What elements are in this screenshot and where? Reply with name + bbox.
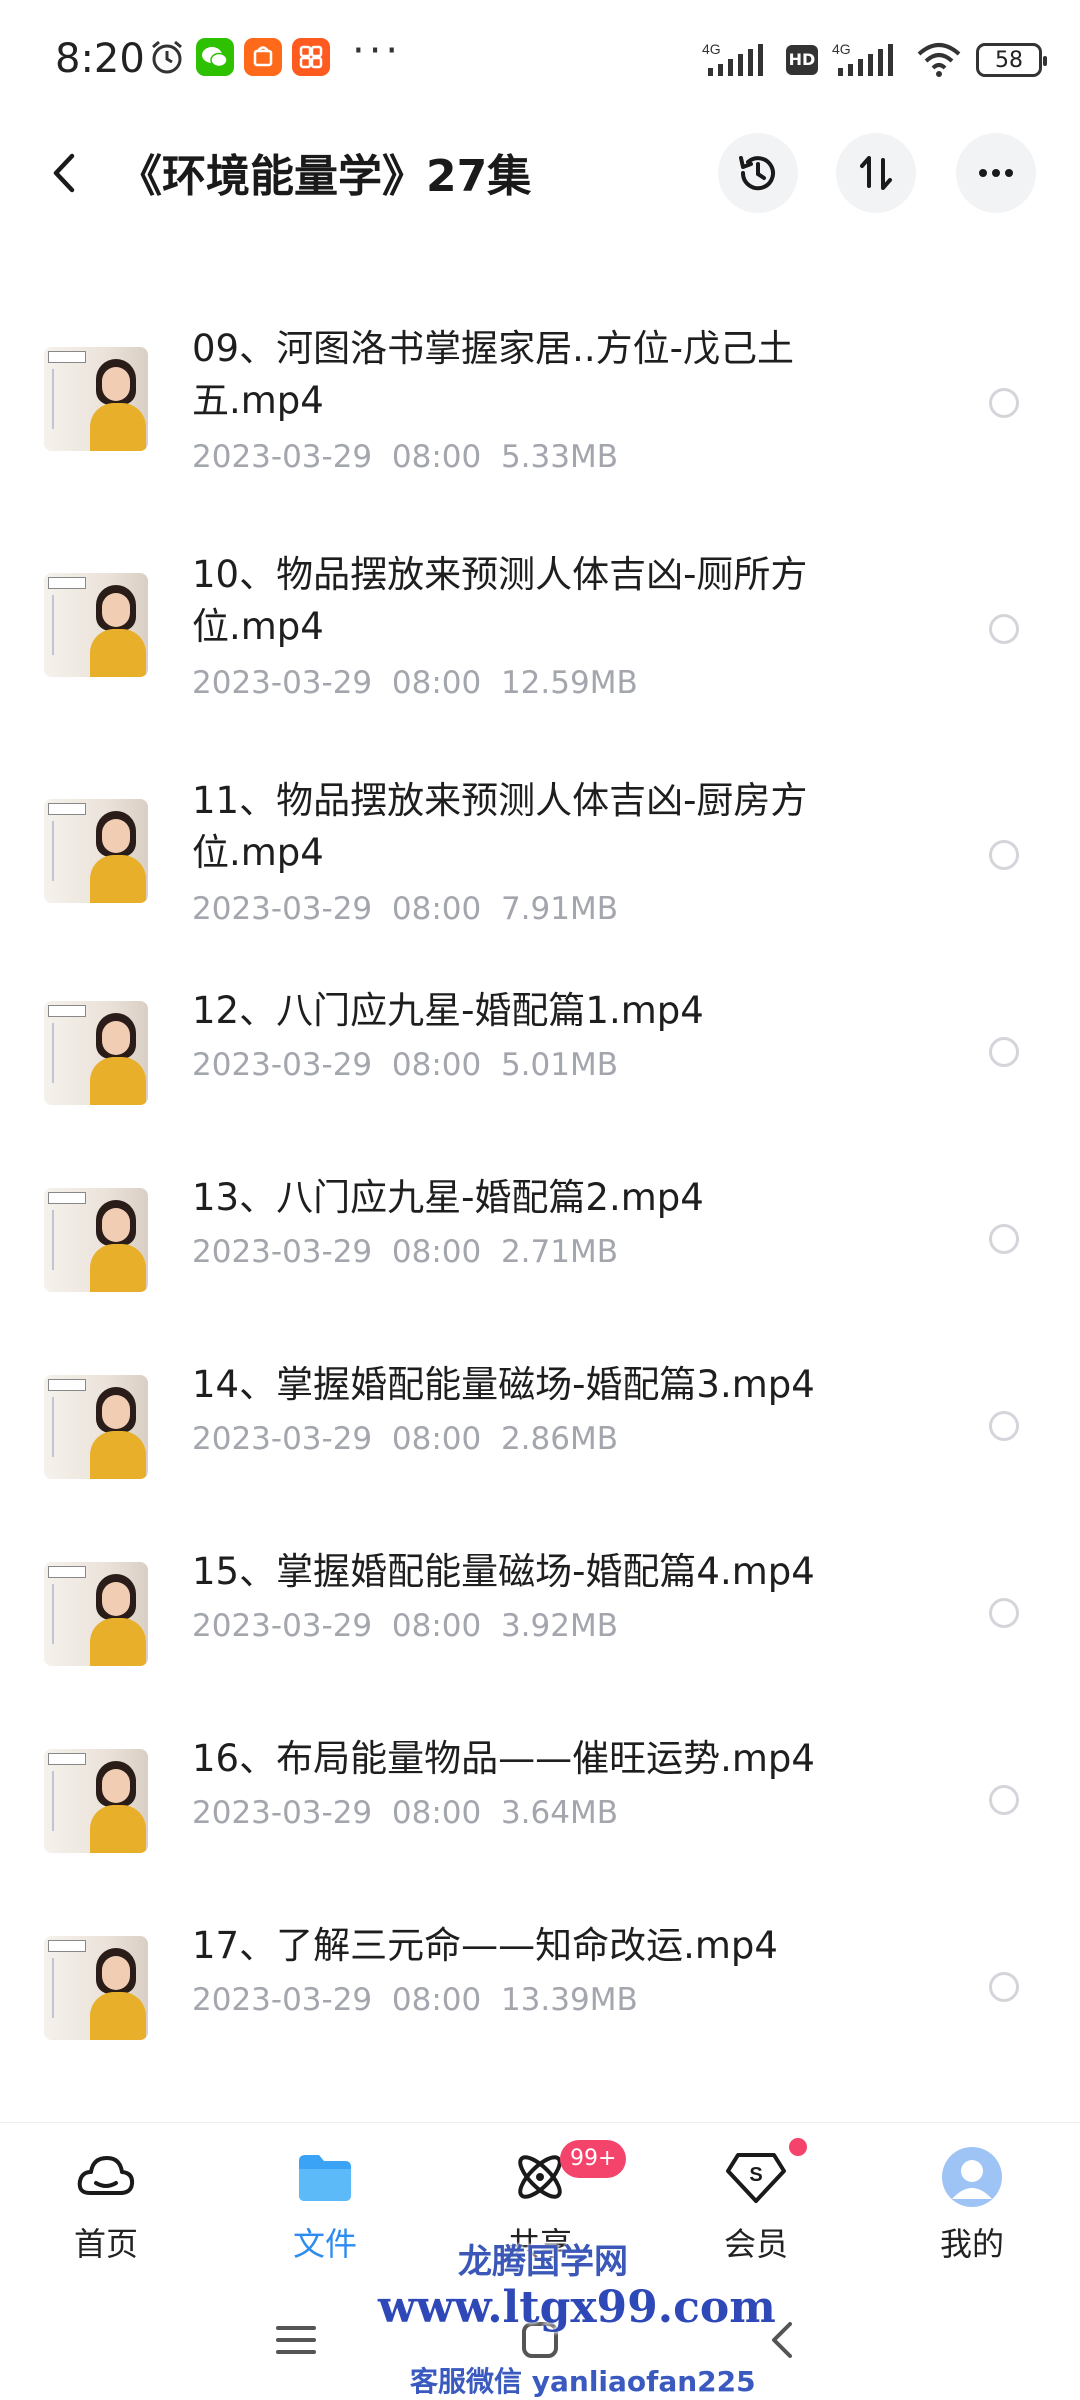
vip-red-dot <box>789 2138 807 2156</box>
file-meta: 2023-03-29 08:00 12.59MB <box>192 665 638 701</box>
video-app-icon <box>292 38 330 76</box>
history-icon <box>739 156 775 191</box>
file-meta: 2023-03-29 08:00 7.91MB <box>192 891 618 927</box>
home-cloud-icon <box>77 2156 135 2195</box>
select-radio[interactable] <box>989 614 1019 644</box>
share-badge: 99+ <box>560 2140 627 2178</box>
video-thumbnail <box>44 1001 148 1105</box>
file-meta: 2023-03-29 08:00 13.39MB <box>192 1982 638 2018</box>
wechat-icon <box>196 38 234 76</box>
svg-text:4G: 4G <box>832 41 851 57</box>
video-thumbnail <box>44 573 148 677</box>
alarm-icon <box>152 40 182 74</box>
signal-icon-2: 4G <box>832 41 893 76</box>
file-meta: 2023-03-29 08:00 2.86MB <box>192 1421 618 1457</box>
select-radio[interactable] <box>989 1598 1019 1628</box>
file-name: 12、八门应九星-婚配篇1.mp4 <box>192 989 704 1032</box>
video-thumbnail <box>44 1562 148 1666</box>
header: 《环境能量学》27集 <box>0 120 1080 230</box>
file-name: 17、了解三元命——知命改运.mp4 <box>192 1924 778 1967</box>
battery-icon: 58 <box>976 43 1047 77</box>
more-notifications-icon: ··· <box>352 28 403 74</box>
video-thumbnail <box>44 799 148 903</box>
file-name: 13、八门应九星-婚配篇2.mp4 <box>192 1176 704 1219</box>
select-radio[interactable] <box>989 1224 1019 1254</box>
video-thumbnail <box>44 1936 148 2040</box>
more-icon <box>979 169 1013 177</box>
nav-home[interactable]: 首页 <box>36 2145 176 2265</box>
status-bar: 8:20 ··· 4G HD 4G 58 <box>0 0 1080 120</box>
video-thumbnail <box>44 1188 148 1292</box>
hd-icon: HD <box>786 45 818 75</box>
select-radio[interactable] <box>989 1785 1019 1815</box>
nav-vip-label: 会员 <box>723 2225 788 2263</box>
watermark-url: www.ltgx99.com <box>378 2282 776 2333</box>
select-radio[interactable] <box>989 1037 1019 1067</box>
vip-diamond-icon: S <box>726 2153 786 2203</box>
select-radio[interactable] <box>989 1411 1019 1441</box>
status-time: 8:20 <box>55 36 145 82</box>
file-name: 14、掌握婚配能量磁场-婚配篇3.mp4 <box>192 1363 815 1406</box>
video-thumbnail <box>44 1749 148 1853</box>
file-meta: 2023-03-29 08:00 3.64MB <box>192 1795 618 1831</box>
history-button[interactable] <box>718 133 798 213</box>
file-meta: 2023-03-29 08:00 5.01MB <box>192 1047 618 1083</box>
page-title: 《环境能量学》27集 <box>118 151 532 202</box>
back-button[interactable] <box>40 148 90 198</box>
nav-profile[interactable]: 我的 <box>902 2145 1042 2265</box>
system-status-icons: 4G HD 4G 58 <box>702 40 1047 80</box>
signal-icon: 4G <box>702 41 763 76</box>
svg-text:S: S <box>749 2164 762 2186</box>
nav-files[interactable]: 文件 <box>255 2145 395 2265</box>
file-name: 16、布局能量物品——催旺运势.mp4 <box>192 1737 815 1780</box>
sort-icon <box>860 156 892 190</box>
video-thumbnail <box>44 347 148 451</box>
nav-files-label: 文件 <box>292 2225 357 2263</box>
more-button[interactable] <box>956 133 1036 213</box>
watermark-contact: 客服微信 yanliaofan225 <box>410 2365 756 2398</box>
file-meta: 2023-03-29 08:00 3.92MB <box>192 1608 618 1644</box>
file-name: 11、物品摆放来预测人体吉凶-厨房方位.mp4 <box>192 779 808 874</box>
nav-vip[interactable]: S 会员 <box>686 2145 826 2265</box>
nav-profile-label: 我的 <box>939 2225 1004 2263</box>
folder-icon <box>299 2155 351 2201</box>
select-radio[interactable] <box>989 840 1019 870</box>
nav-home-label: 首页 <box>73 2225 138 2263</box>
file-meta: 2023-03-29 08:00 2.71MB <box>192 1234 618 1270</box>
file-meta: 2023-03-29 08:00 5.33MB <box>192 439 618 475</box>
select-radio[interactable] <box>989 388 1019 418</box>
file-name: 15、掌握婚配能量磁场-婚配篇4.mp4 <box>192 1550 815 1593</box>
wifi-icon <box>917 43 961 77</box>
shopping-app-icon <box>244 38 282 76</box>
svg-text:4G: 4G <box>702 41 721 57</box>
file-name: 09、河图洛书掌握家居..方位-戊己土五.mp4 <box>192 327 794 422</box>
menu-icon[interactable] <box>272 2316 320 2364</box>
avatar-icon <box>942 2147 1002 2207</box>
video-thumbnail <box>44 1375 148 1479</box>
file-name: 10、物品摆放来预测人体吉凶-厕所方位.mp4 <box>192 553 808 648</box>
sort-button[interactable] <box>836 133 916 213</box>
select-radio[interactable] <box>989 1972 1019 2002</box>
watermark-site-name: 龙腾国学网 <box>458 2242 628 2282</box>
